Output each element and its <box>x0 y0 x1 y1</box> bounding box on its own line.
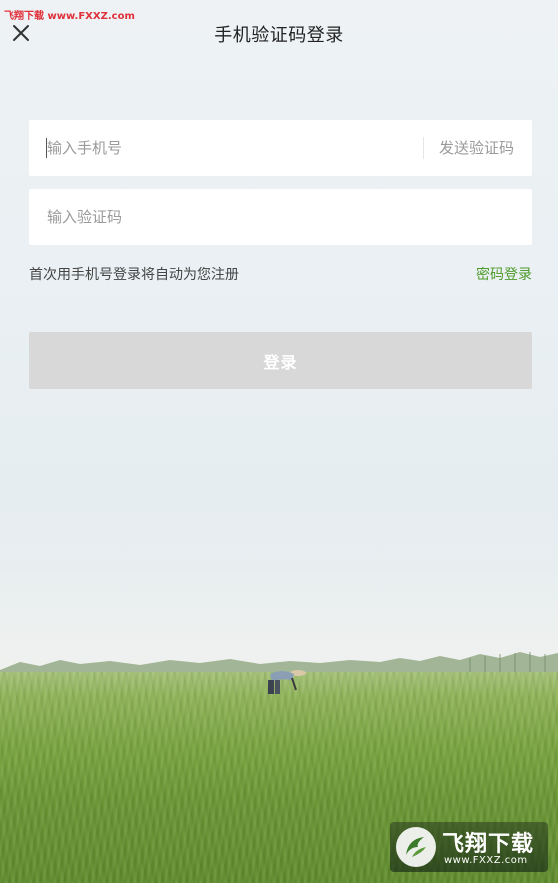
header-bar: 飞翔下载 www.FXXZ.com 手机验证码登录 <box>0 0 558 66</box>
watermark-url: www.FXXZ.com <box>444 855 528 866</box>
verification-code-input[interactable] <box>47 189 407 245</box>
login-screen: 飞翔下载 www.FXXZ.com 手机验证码登录 发送验证码 首次用手机号登录… <box>0 0 558 883</box>
password-login-link[interactable]: 密码登录 <box>476 264 532 284</box>
login-button[interactable]: 登录 <box>29 332 532 389</box>
watermark-badge: 飞翔下载 www.FXXZ.com <box>390 822 548 872</box>
text-caret <box>46 138 47 158</box>
hint-row: 首次用手机号登录将自动为您注册 密码登录 <box>29 262 532 286</box>
send-code-button[interactable]: 发送验证码 <box>439 120 514 176</box>
code-input-card <box>29 189 532 245</box>
phone-input-card: 发送验证码 <box>29 120 532 176</box>
watermark-name: 飞翔下载 <box>442 832 535 857</box>
page-title: 手机验证码登录 <box>214 25 344 46</box>
auto-register-hint: 首次用手机号登录将自动为您注册 <box>29 267 239 283</box>
phone-input[interactable] <box>47 120 407 176</box>
fxxz-logo-icon <box>396 827 436 867</box>
farmer-figure <box>268 670 306 694</box>
divider <box>423 137 424 159</box>
sky-haze <box>0 560 558 660</box>
